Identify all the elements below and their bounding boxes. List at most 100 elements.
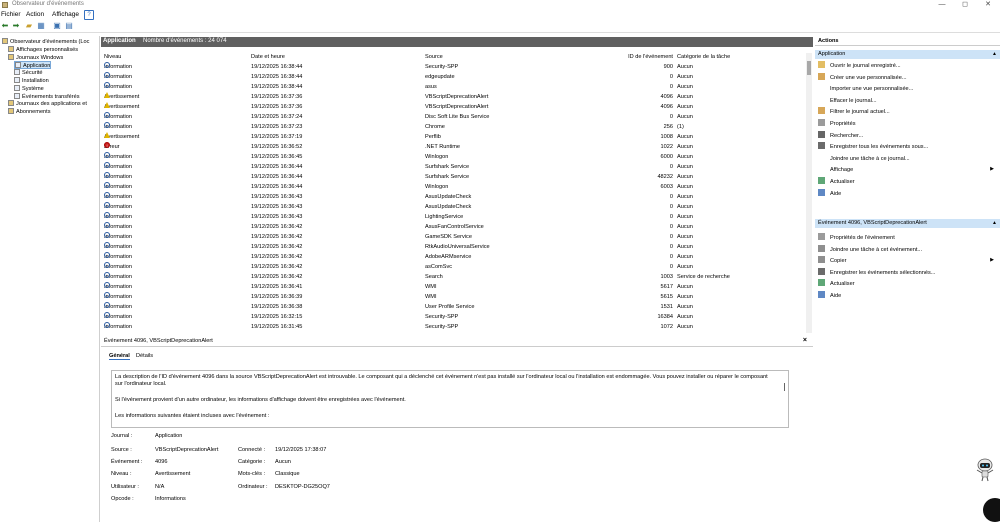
tree-item[interactable]: Affichages personnalisés	[8, 45, 78, 54]
table-row[interactable]: i Information 19/12/2025 16:36:45 Winlogon 6…	[101, 152, 807, 162]
action-item[interactable]: Joindre une tâche à ce journal...	[818, 154, 998, 164]
table-row[interactable]: i Information 19/12/2025 16:36:42 asComSvc 0…	[101, 262, 807, 272]
table-row[interactable]: i Information 19/12/2025 16:36:42 AdobeARMs…	[101, 252, 807, 262]
table-row[interactable]: i Information 19/12/2025 16:37:24 Disc Soft…	[101, 112, 807, 122]
close-button[interactable]: ✕	[978, 0, 998, 10]
table-row[interactable]: Avertissement 19/12/2025 16:37:36 VBScript…	[101, 92, 807, 102]
action-item[interactable]: Actualiser	[818, 279, 998, 289]
table-row[interactable]: i Information 19/12/2025 16:36:43 AsusUpdat…	[101, 192, 807, 202]
tree-item[interactable]: Sécurité	[14, 69, 43, 77]
tree-item[interactable]: Événements transférés	[14, 92, 80, 101]
tree-item[interactable]: Système	[14, 84, 44, 93]
source-cell: Security-SPP	[425, 314, 459, 320]
table-row[interactable]: i Information 19/12/2025 16:36:43 AsusUpdat…	[101, 202, 807, 212]
blank-icon	[818, 96, 825, 103]
console-tree-icon[interactable]: ▦	[36, 21, 46, 30]
table-row[interactable]: i Information 19/12/2025 16:37:23 Chrome 256…	[101, 122, 807, 132]
tree-item[interactable]: Abonnements	[8, 108, 51, 116]
action-item[interactable]: Aide	[818, 291, 998, 301]
date-cell: 19/12/2025 16:38:44	[251, 64, 303, 70]
help-icon[interactable]: ▣	[52, 21, 62, 30]
source-cell: .NET Runtime	[425, 144, 461, 150]
table-row[interactable]: i Information 19/12/2025 16:36:39 WMI 5615 Au…	[101, 292, 807, 302]
table-row[interactable]: i Information 19/12/2025 16:36:42 GameSDK S…	[101, 232, 807, 242]
column-header-event-id[interactable]: ID de l'événement	[601, 53, 673, 61]
table-row[interactable]: ! Erreur 19/12/2025 16:36:52 .NET Runtime 10…	[101, 142, 807, 152]
action-item[interactable]: Copier ▶	[818, 256, 998, 266]
action-item[interactable]: Aide	[818, 188, 998, 199]
table-row[interactable]: i Information 19/12/2025 16:36:38 User Prof…	[101, 302, 807, 312]
table-row[interactable]: i Information 19/12/2025 16:38:44 Security-…	[101, 62, 807, 72]
tab-general[interactable]: Général	[109, 353, 130, 360]
action-item[interactable]: Propriétés de l'événement	[818, 233, 998, 243]
action-item[interactable]: Filtrer le journal actuel...	[818, 107, 998, 117]
section-event[interactable]: Événement 4096, VBScriptDeprecationAlert…	[815, 219, 1000, 228]
tree-item[interactable]: Journaux des applications et	[8, 100, 87, 108]
table-row[interactable]: Avertissement 19/12/2025 16:37:19 Perflib 1…	[101, 132, 807, 142]
action-item[interactable]: Enregistrer les événements sélectionnés.…	[818, 267, 998, 278]
action-item[interactable]: Importer une vue personnalisée...	[818, 84, 998, 94]
table-row[interactable]: i Information 19/12/2025 16:36:44 Surfshark…	[101, 172, 807, 182]
action-item[interactable]: Effacer le journal...	[818, 96, 998, 106]
action-item[interactable]: Enregistrer tous les événements sous...	[818, 142, 998, 152]
action-item[interactable]: Propriétés	[818, 119, 998, 129]
assistant-robot-icon[interactable]	[974, 456, 996, 482]
events-scrollbar[interactable]	[806, 53, 812, 333]
tree-item[interactable]: Observateur d'événements (Loc	[2, 38, 89, 46]
table-row[interactable]: i Information 19/12/2025 16:31:45 Security-…	[101, 322, 807, 332]
action-item[interactable]: Rechercher...	[818, 130, 998, 141]
action-item[interactable]: Créer une vue personnalisée...	[818, 72, 998, 83]
source-cell: AsusUpdateCheck	[425, 194, 472, 200]
column-header-date[interactable]: Date et heure	[251, 53, 285, 61]
window-title: Observateur d'événements	[12, 1, 84, 7]
category-cell: Aucun	[677, 94, 693, 100]
tree-item[interactable]: Installation	[14, 77, 49, 85]
event-id-cell: 6003	[660, 184, 673, 190]
column-header-category[interactable]: Catégorie de la tâche	[677, 53, 730, 61]
event-id-cell: 1072	[660, 324, 673, 330]
action-item[interactable]: Ouvrir le journal enregistré...	[818, 61, 998, 71]
description-scrollbar[interactable]	[784, 383, 785, 391]
action-pane-icon[interactable]: ▤	[64, 21, 74, 30]
action-item[interactable]: Joindre une tâche à cet événement...	[818, 244, 998, 255]
category-cell: Aucun	[677, 204, 693, 210]
event-id-cell: 0	[669, 254, 673, 260]
column-header-level[interactable]: Niveau	[104, 53, 121, 61]
event-id-cell: 1531	[660, 304, 673, 310]
action-item[interactable]: Affichage ▶	[818, 165, 998, 175]
menu-file[interactable]: Fichier	[1, 10, 21, 20]
table-row[interactable]: i Information 19/12/2025 16:36:42 RtkAudioU…	[101, 242, 807, 252]
event-id-cell: 0	[669, 114, 673, 120]
table-row[interactable]: i Information 19/12/2025 16:32:15 Security-…	[101, 312, 807, 322]
table-row[interactable]: i Information 19/12/2025 16:36:42 AsusFanCo…	[101, 222, 807, 232]
back-arrow-icon[interactable]: ⬅	[0, 21, 10, 30]
table-row[interactable]: i Information 19/12/2025 16:36:42 Search 100…	[101, 272, 807, 282]
scrollbar-thumb[interactable]	[807, 61, 811, 75]
table-row[interactable]: i Information 19/12/2025 16:36:43 LightingS…	[101, 212, 807, 222]
table-row[interactable]: i Information 19/12/2025 16:36:44 Winlogon 6…	[101, 182, 807, 192]
source-cell: VBScriptDeprecationAlert	[425, 104, 489, 110]
tree-item[interactable]: Journaux Windows	[8, 53, 63, 62]
menu-action[interactable]: Action	[26, 10, 44, 20]
section-application[interactable]: Application ▲	[815, 50, 1000, 59]
forward-arrow-icon[interactable]: ➡	[11, 21, 21, 30]
table-row[interactable]: i Information 19/12/2025 16:36:41 WMI 5617 Au…	[101, 282, 807, 292]
folder-icon[interactable]: ▰	[24, 21, 34, 30]
action-item[interactable]: Actualiser	[818, 177, 998, 187]
menu-view[interactable]: Affichage	[52, 10, 79, 20]
help-menu[interactable]: ?	[84, 10, 94, 20]
dark-circle-icon[interactable]	[983, 498, 1000, 522]
column-header-source[interactable]: Source	[425, 53, 443, 61]
table-row[interactable]: i Information 19/12/2025 16:38:44 edgeupdat…	[101, 72, 807, 82]
app-icon	[2, 2, 8, 8]
tab-details[interactable]: Détails	[136, 353, 153, 359]
maximize-button[interactable]: ◻	[955, 0, 975, 10]
table-row[interactable]: i Information 19/12/2025 16:36:44 Surfshark…	[101, 162, 807, 172]
table-row[interactable]: Avertissement 19/12/2025 16:37:36 VBScript…	[101, 102, 807, 112]
user-value: N/A	[155, 484, 165, 490]
close-icon[interactable]: ×	[803, 337, 807, 344]
tree-item[interactable]: Application	[14, 61, 52, 70]
log-header: Application Nombre d'événements : 24 074	[101, 37, 813, 47]
table-row[interactable]: i Information 19/12/2025 16:38:44 asus 0 Aucu…	[101, 82, 807, 92]
minimize-button[interactable]: —	[932, 0, 952, 10]
